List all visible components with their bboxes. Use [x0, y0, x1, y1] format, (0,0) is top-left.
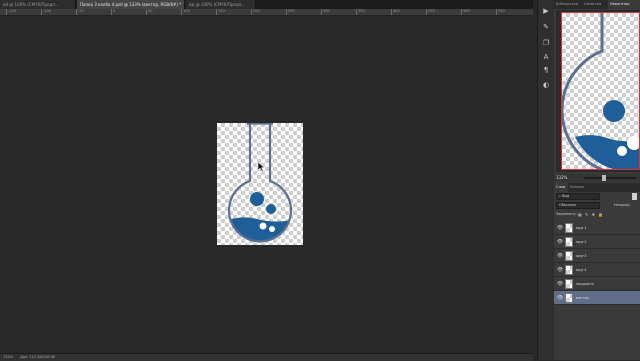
document-tab-bar: od @ 100% (CMYK/Предп... Папка 3 колба 4… — [0, 0, 533, 9]
adjustments-icon[interactable]: ◐ — [541, 80, 551, 90]
cursor-icon — [258, 162, 266, 172]
layer-row[interactable]: 👁 жидкость — [554, 277, 640, 291]
layer-name: круг3 — [576, 249, 586, 263]
bubble-large — [250, 192, 264, 206]
ruler-label: -100 — [43, 9, 51, 13]
bubble-white-1 — [260, 223, 267, 230]
tab-properties[interactable]: Свойства — [582, 0, 608, 9]
layer-row-selected[interactable]: 👁 вектор — [554, 291, 640, 305]
layers-panel-tabs: Слои Каналы — [554, 183, 640, 192]
ruler-label: 0 — [113, 9, 115, 13]
layer-name: круг2 — [576, 235, 586, 249]
bubble-medium — [266, 204, 276, 214]
layer-row[interactable]: 👁 круг3 — [554, 249, 640, 263]
tab-channels[interactable]: Каналы — [568, 183, 588, 192]
document-tab-1-label: od @ 100% (CMYK/Предп... — [3, 2, 59, 7]
layer-name: круг1 — [576, 221, 586, 235]
layer-row[interactable]: 👁 круг4 — [554, 263, 640, 277]
clone-source-icon[interactable]: ❐ — [541, 38, 551, 48]
tab-libraries[interactable]: Библиотеки — [554, 0, 582, 9]
ruler-label: 500 — [463, 9, 470, 13]
layer-filter-select[interactable]: ⌕ Вид — [556, 193, 600, 200]
eye-icon[interactable]: 👁 — [556, 291, 564, 305]
filter-toggle[interactable] — [632, 193, 637, 200]
ruler-label: 100 — [183, 9, 190, 13]
blend-mode-select[interactable]: Обычные — [556, 202, 600, 209]
ruler-label: 400 — [393, 9, 400, 13]
layer-name: жидкость — [576, 277, 594, 291]
character-icon[interactable]: A — [541, 52, 551, 62]
panel-icon-strip: ▶ ✎ ❐ A ¶ ◐ — [537, 0, 555, 360]
document-size-status: Док: 127,4K/228,9K — [20, 355, 55, 359]
lock-label: Закрепить: — [556, 211, 577, 218]
document-tab-3-label: ид @ 100% (CMYK/Предп... — [189, 2, 245, 7]
navigator-thumbnail — [562, 13, 640, 170]
eye-icon[interactable]: 👁 — [556, 221, 564, 235]
filter-kind-label: Вид — [562, 194, 569, 198]
ruler-label: 150 — [218, 9, 225, 13]
layer-thumbnail — [565, 237, 573, 247]
top-panel-tabs: Библиотеки Свойства Навигатор — [554, 0, 640, 9]
zoom-slider[interactable] — [584, 177, 636, 179]
horizontal-ruler[interactable]: -150 -100 -50 0 50 100 150 200 250 300 3… — [0, 9, 533, 16]
document-tab-active[interactable]: Папка 3 колба 4.psd @ 133% (вектор, RGB/… — [77, 0, 185, 9]
layers-list: 👁 круг1 👁 круг2 👁 круг3 👁 круг4 👁 жидкос… — [554, 221, 640, 319]
lock-icons[interactable]: ▦ ✎ ✥ 🔒 — [578, 211, 604, 218]
layer-name: вектор — [576, 291, 589, 305]
layer-row[interactable]: 👁 круг1 — [554, 221, 640, 235]
eye-icon[interactable]: 👁 — [556, 277, 564, 291]
layer-thumbnail — [565, 293, 573, 303]
zoom-value[interactable]: 132% — [556, 175, 567, 180]
layer-name: круг4 — [576, 263, 586, 277]
layer-thumbnail — [565, 223, 573, 233]
ruler-label: -150 — [8, 9, 16, 13]
zoom-status: 132% — [3, 355, 13, 359]
right-panels: Библиотеки Свойства Навигатор 132% Слои … — [554, 0, 640, 360]
layer-thumbnail — [565, 265, 573, 275]
navigator-zoom-row: 132% — [554, 174, 640, 182]
document-tab-1[interactable]: od @ 100% (CMYK/Предп... — [0, 0, 76, 9]
tab-layers[interactable]: Слои — [554, 183, 568, 192]
tab-navigator[interactable]: Навигатор — [608, 0, 640, 9]
layer-thumbnail — [565, 251, 573, 261]
ruler-label: 50 — [148, 9, 152, 13]
ruler-label: -50 — [78, 9, 84, 13]
bubble-white-2 — [269, 226, 275, 232]
zoom-slider-handle[interactable] — [602, 175, 606, 181]
ruler-label: 350 — [358, 9, 365, 13]
ruler-label: 550 — [498, 9, 505, 13]
document-tab-3[interactable]: ид @ 100% (CMYK/Предп... — [186, 0, 256, 9]
opacity-label: Непрозр. — [614, 202, 631, 209]
ruler-label: 450 — [428, 9, 435, 13]
document-canvas[interactable] — [217, 123, 303, 245]
play-icon[interactable]: ▶ — [541, 6, 551, 16]
brush-icon[interactable]: ✎ — [541, 22, 551, 32]
ruler-label: 200 — [253, 9, 260, 13]
flask-artwork — [217, 123, 303, 245]
paragraph-icon[interactable]: ¶ — [541, 65, 551, 75]
eye-icon[interactable]: 👁 — [556, 249, 564, 263]
layer-row[interactable]: 👁 круг2 — [554, 235, 640, 249]
filter-icon: ⌕ — [559, 194, 561, 198]
eye-icon[interactable]: 👁 — [556, 263, 564, 277]
navigator-preview[interactable] — [556, 10, 640, 172]
blend-mode-value: Обычные — [559, 203, 576, 207]
layer-thumbnail — [565, 279, 573, 289]
document-tab-active-label: Папка 3 колба 4.psd @ 133% (вектор, RGB/… — [80, 2, 181, 7]
ruler-label: 300 — [323, 9, 330, 13]
navigator-view-box[interactable] — [561, 12, 640, 170]
eye-icon[interactable]: 👁 — [556, 235, 564, 249]
ruler-label: 250 — [288, 9, 295, 13]
